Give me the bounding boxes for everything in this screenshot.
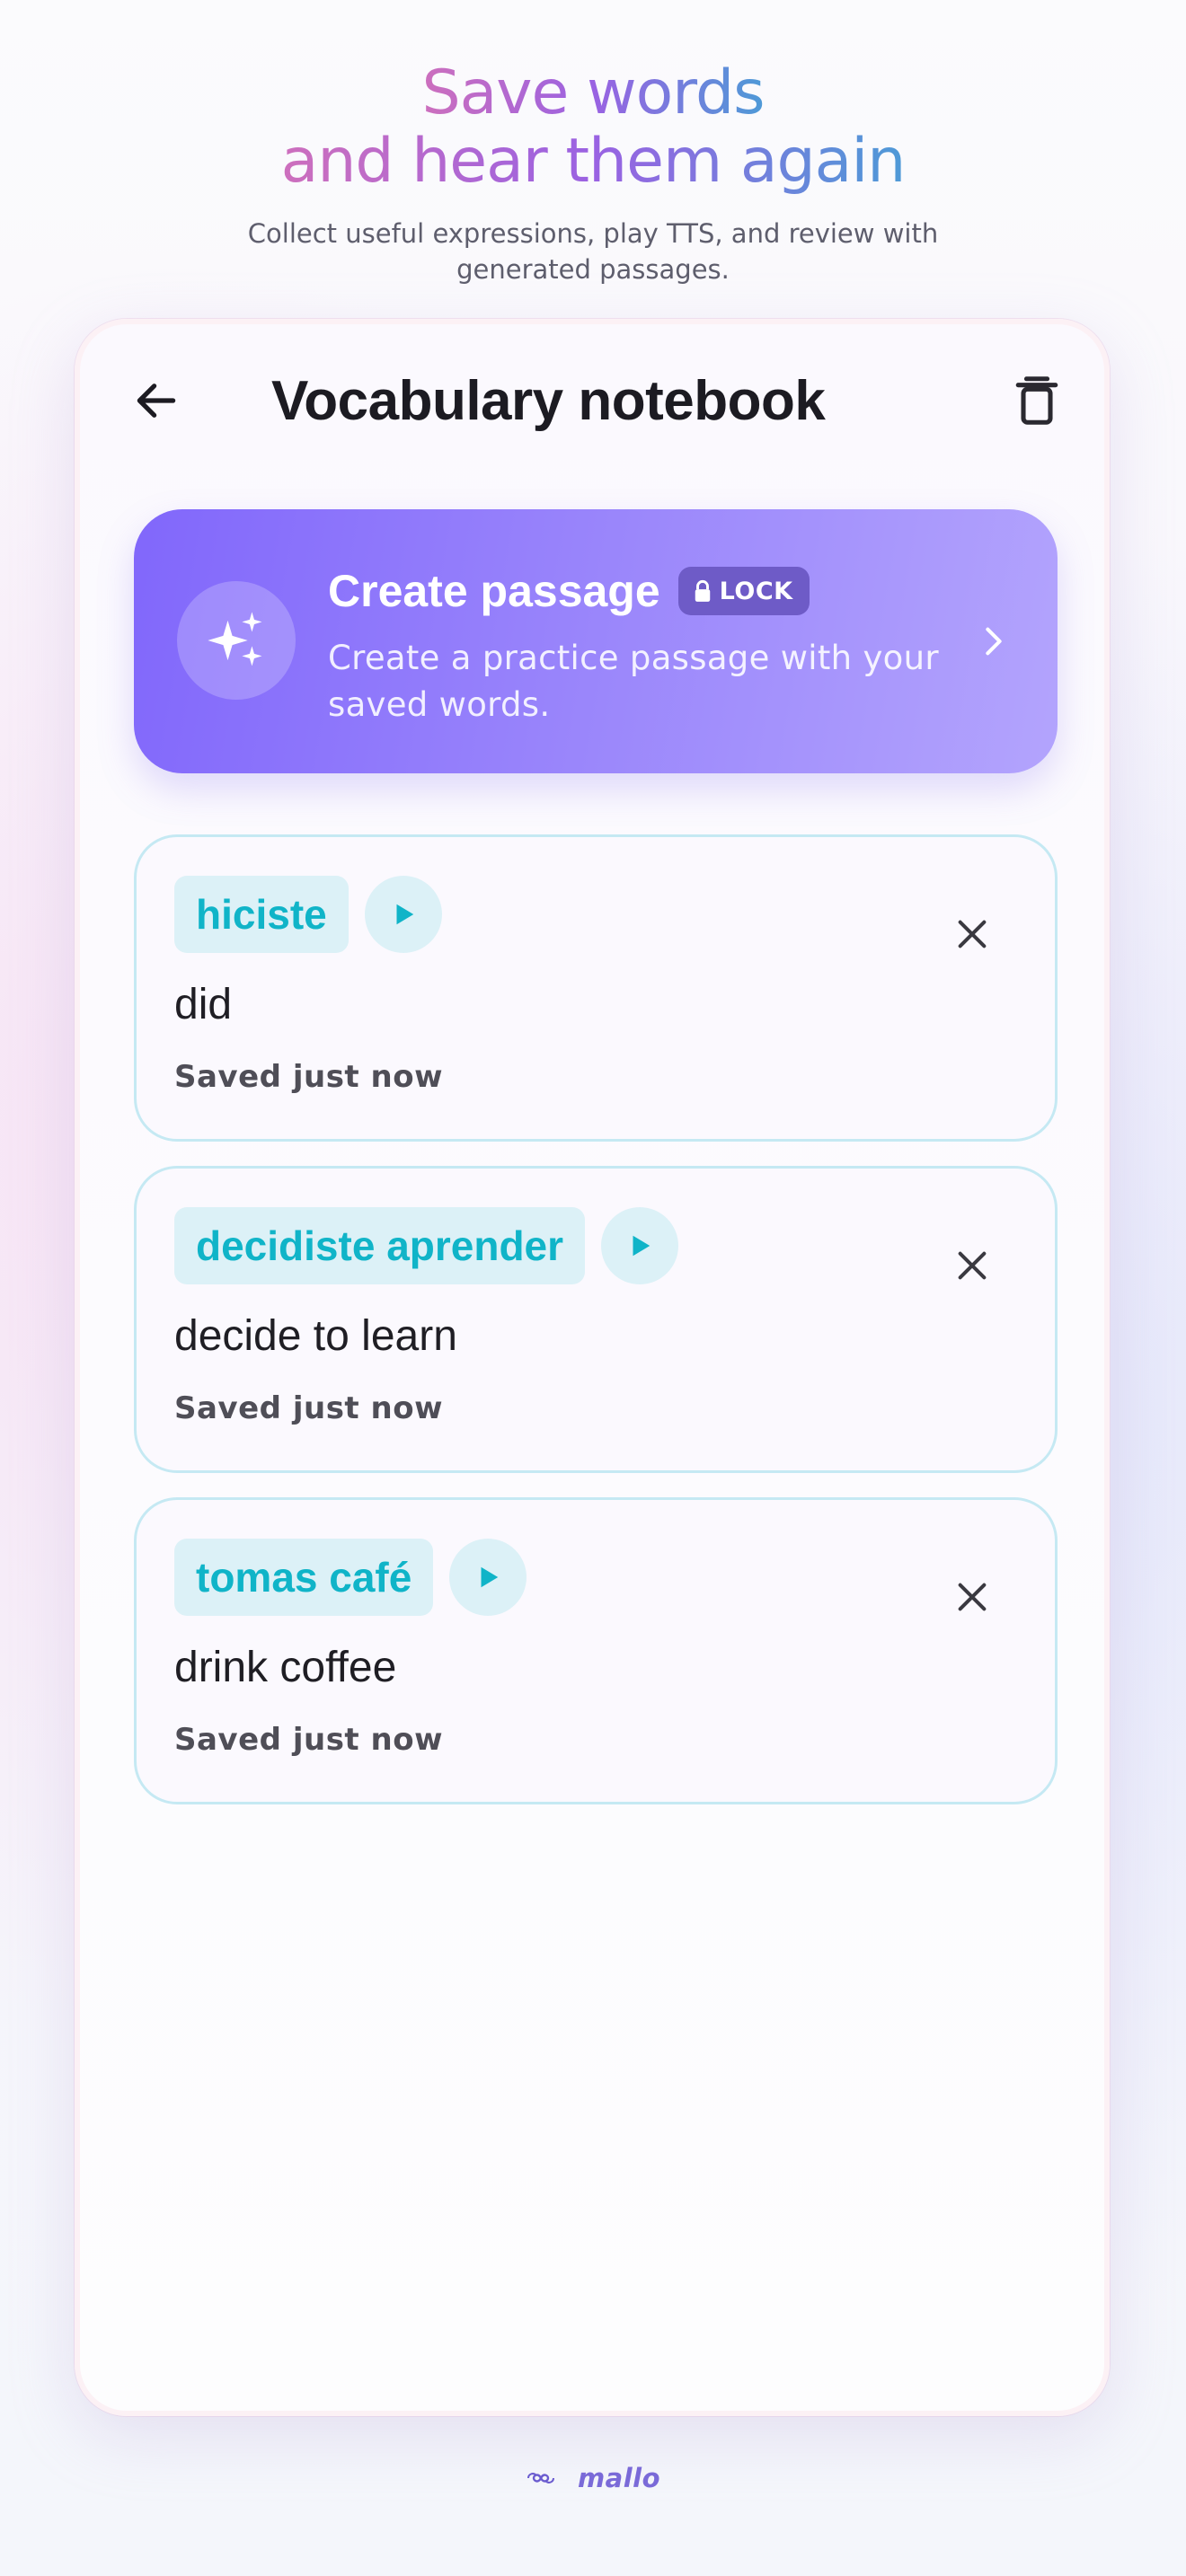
word-card: tomas café drink coffee Saved just now: [134, 1497, 1058, 1804]
delete-all-button[interactable]: [1005, 369, 1068, 432]
remove-word-button[interactable]: [945, 1570, 999, 1624]
word-list: hiciste did Saved just now decidiste apr…: [134, 834, 1058, 1829]
play-icon: [396, 904, 413, 925]
banner-title-row: Create passage LOCK: [328, 561, 810, 621]
saved-timestamp: Saved just now: [174, 1390, 443, 1426]
arrow-left-icon: [137, 384, 176, 418]
meaning-text: drink coffee: [174, 1644, 397, 1691]
infinity-logo-icon: [527, 2473, 554, 2483]
hero-title-line1: Save words: [421, 57, 765, 128]
page-title: Vocabulary notebook: [271, 370, 826, 432]
play-icon: [481, 1566, 499, 1588]
lock-badge: LOCK: [677, 567, 810, 615]
saved-timestamp: Saved just now: [174, 1722, 443, 1758]
play-tts-button[interactable]: [449, 1539, 527, 1616]
play-icon: [633, 1235, 651, 1257]
lock-label: LOCK: [719, 577, 793, 605]
word-card: hiciste did Saved just now: [134, 834, 1058, 1142]
hero-title-line2: and hear them again: [280, 126, 907, 197]
close-icon: [958, 920, 987, 948]
play-tts-button[interactable]: [364, 876, 442, 953]
footer-logo: mallo: [0, 2463, 1186, 2493]
meaning-text: decide to learn: [174, 1312, 457, 1360]
close-icon: [958, 1583, 987, 1611]
hero-subtitle: Collect useful expressions, play TTS, an…: [247, 218, 939, 285]
play-tts-button[interactable]: [601, 1207, 679, 1284]
banner-title: Create passage: [328, 566, 660, 616]
term-row: tomas café: [174, 1539, 527, 1616]
term-row: decidiste aprender: [174, 1207, 679, 1284]
saved-timestamp: Saved just now: [174, 1059, 443, 1095]
word-card: decidiste aprender decide to learn Saved…: [134, 1166, 1058, 1473]
sparkles-icon: [208, 612, 262, 666]
meaning-text: did: [174, 981, 233, 1028]
remove-word-button[interactable]: [945, 1239, 999, 1292]
remove-word-button[interactable]: [945, 907, 999, 961]
app-header: Vocabulary notebook: [80, 324, 1104, 477]
sparkle-badge: [177, 581, 296, 700]
banner-description: Create a practice passage with your save…: [328, 639, 939, 724]
lock-icon: [695, 579, 710, 602]
term-chip: hiciste: [174, 876, 349, 953]
create-passage-banner[interactable]: Create passage LOCK Create a practice pa…: [134, 509, 1058, 773]
term-chip: tomas café: [174, 1539, 434, 1616]
hero-section: Save words and hear them again Collect u…: [0, 59, 1186, 287]
phone-frame: Vocabulary notebook Create passage LOCK …: [75, 319, 1110, 2416]
trash-icon: [1015, 376, 1058, 425]
chevron-right-icon: [971, 619, 1016, 664]
term-row: hiciste: [174, 876, 442, 953]
logo-wordmark: mallo: [577, 2463, 661, 2493]
term-chip: decidiste aprender: [174, 1207, 586, 1284]
close-icon: [958, 1251, 987, 1280]
back-button[interactable]: [125, 369, 188, 432]
